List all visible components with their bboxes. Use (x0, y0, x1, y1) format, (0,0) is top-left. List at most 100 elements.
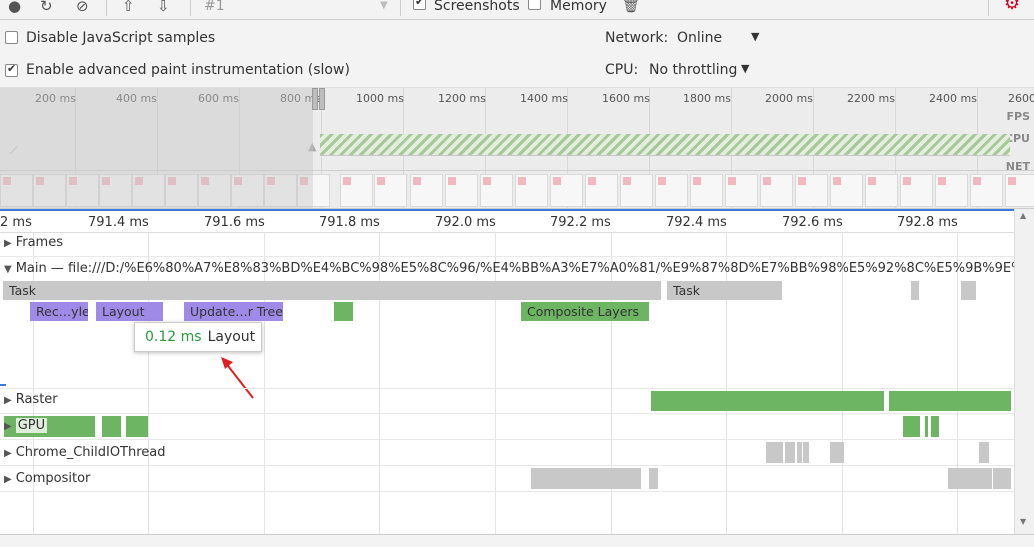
gpu-track-header[interactable]: ▶ GPU (4, 418, 48, 433)
timeline-overview[interactable]: 200 ms 400 ms 600 ms 800 ms 1000 ms 1200… (0, 87, 1034, 209)
expand-triangle-icon[interactable]: ▶ (4, 474, 12, 485)
clear-icon[interactable]: ⊘ (76, 0, 89, 16)
timeline-gridline (148, 209, 149, 534)
compositor-block[interactable] (649, 468, 658, 489)
gpu-block[interactable] (925, 416, 928, 437)
io-block[interactable] (803, 442, 809, 463)
cpu-activity-chart (320, 134, 1010, 156)
disable-js-samples-checkbox[interactable] (5, 31, 18, 44)
expand-triangle-icon[interactable]: ▶ (4, 421, 12, 432)
screenshot-thumbnail[interactable] (760, 174, 793, 207)
disable-js-samples-label: Disable JavaScript samples (26, 30, 216, 46)
screenshot-thumbnail[interactable] (445, 174, 478, 207)
trash-icon[interactable]: 🗑 (622, 0, 640, 16)
raster-block[interactable] (889, 391, 1011, 411)
screenshot-thumbnail[interactable] (410, 174, 443, 207)
io-block[interactable] (797, 442, 802, 463)
gpu-block[interactable] (126, 416, 148, 437)
chevron-down-icon[interactable]: ▼ (380, 0, 388, 16)
overview-tick-label: 1600 ms (602, 92, 650, 105)
task-block[interactable] (911, 281, 919, 300)
expand-triangle-icon[interactable]: ▶ (4, 395, 12, 406)
ruler-tick-label: 791.4 ms (88, 215, 149, 230)
io-block[interactable] (785, 442, 795, 463)
reload-icon[interactable]: ↻ (40, 0, 53, 16)
toolbar-divider (400, 0, 401, 16)
frames-track-header[interactable]: ▶ Frames (4, 235, 63, 250)
paint-block[interactable] (334, 302, 353, 321)
io-block[interactable] (979, 442, 989, 463)
cpu-label: CPU: (605, 62, 639, 78)
io-block[interactable] (766, 442, 783, 463)
toolbar-divider (988, 0, 989, 16)
screenshot-thumbnail[interactable] (374, 174, 407, 207)
screenshot-thumbnail[interactable] (970, 174, 1003, 207)
collapse-triangle-icon[interactable]: ▼ (4, 264, 12, 275)
range-handle-left[interactable] (312, 88, 318, 110)
screenshot-thumbnail[interactable] (585, 174, 618, 207)
scroll-down-icon[interactable]: ▼ (1020, 517, 1026, 526)
raster-track-header[interactable]: ▶ Raster (4, 392, 58, 407)
timeline-ruler[interactable]: 2 ms 791.4 ms 791.6 ms 791.8 ms 792.0 ms… (0, 209, 1034, 233)
task-block[interactable]: Task (3, 281, 661, 300)
screenshot-thumbnail[interactable] (1005, 174, 1034, 207)
gpu-block[interactable] (903, 416, 920, 437)
screenshot-thumbnail[interactable] (725, 174, 758, 207)
screenshot-thumbnail[interactable] (795, 174, 828, 207)
task-block[interactable] (961, 281, 976, 300)
scroll-up-icon[interactable]: ▲ (1020, 211, 1026, 220)
screenshot-thumbnail[interactable] (550, 174, 583, 207)
compositor-block[interactable] (993, 468, 1011, 489)
expand-triangle-icon[interactable]: ▶ (4, 448, 12, 459)
chevron-down-icon[interactable]: ▼ (741, 62, 749, 75)
screenshot-thumbnail[interactable] (900, 174, 933, 207)
timeline-gridline (726, 209, 727, 534)
io-block[interactable] (830, 442, 844, 463)
screenshot-thumbnail[interactable] (515, 174, 548, 207)
cpu-throttling-select[interactable]: No throttling (649, 62, 737, 78)
task-block[interactable]: Task (667, 281, 782, 300)
record-icon[interactable]: ● (8, 0, 21, 16)
compositor-block[interactable] (531, 468, 641, 489)
ruler-tick-label: 792.4 ms (666, 215, 727, 230)
screenshot-thumbnail[interactable] (620, 174, 653, 207)
screenshots-checkbox[interactable] (413, 0, 426, 10)
net-label: NET (1005, 160, 1030, 173)
gpu-block[interactable] (102, 416, 121, 437)
screenshot-thumbnail[interactable] (340, 174, 373, 207)
child-io-thread-track-label: Chrome_ChildIOThread (15, 445, 166, 460)
screenshot-thumbnail[interactable] (480, 174, 513, 207)
network-select[interactable]: Online (677, 30, 722, 46)
chevron-down-icon[interactable]: ▼ (751, 30, 759, 43)
tooltip-event-name: Layout (207, 329, 256, 345)
range-handle-right[interactable] (319, 88, 325, 110)
compositor-track-header[interactable]: ▶ Compositor (4, 471, 90, 486)
memory-checkbox[interactable] (528, 0, 541, 10)
screenshot-thumbnail[interactable] (865, 174, 898, 207)
expand-triangle-icon[interactable]: ▶ (4, 238, 12, 249)
horizontal-scrollbar[interactable] (0, 534, 1034, 547)
screenshot-thumbnail[interactable] (830, 174, 863, 207)
composite-layers-block[interactable]: Composite Layers (521, 302, 649, 321)
gpu-block[interactable] (931, 416, 939, 437)
screenshot-thumbnail[interactable] (655, 174, 688, 207)
child-io-thread-track-header[interactable]: ▶ Chrome_ChildIOThread (4, 445, 166, 460)
compositor-block[interactable] (948, 468, 992, 489)
raster-block[interactable] (651, 391, 884, 411)
enable-paint-checkbox[interactable] (5, 62, 18, 77)
ruler-tick-label: 792.0 ms (435, 215, 496, 230)
vertical-scrollbar[interactable]: ▲ ▼ (1014, 209, 1034, 534)
recalculate-style-block[interactable]: Rec…yle (30, 302, 88, 321)
upload-icon[interactable]: ⇧ (122, 0, 135, 16)
main-track-header[interactable]: ▼ Main — file:///D:/%E6%80%A7%E8%83%BD%E4… (4, 261, 1014, 276)
annotation-arrow (221, 357, 254, 399)
track-divider (0, 256, 1014, 257)
timeline-gridline (379, 209, 380, 534)
download-icon[interactable]: ⇩ (157, 0, 170, 16)
screenshot-thumbnail[interactable] (690, 174, 723, 207)
gear-icon[interactable]: ⚙ (1004, 0, 1020, 14)
layout-block[interactable]: Layout (96, 302, 163, 321)
update-layer-tree-block[interactable]: Update…r Tree (184, 302, 283, 321)
profile-select[interactable]: #1 (204, 0, 225, 16)
screenshot-thumbnail[interactable] (935, 174, 968, 207)
